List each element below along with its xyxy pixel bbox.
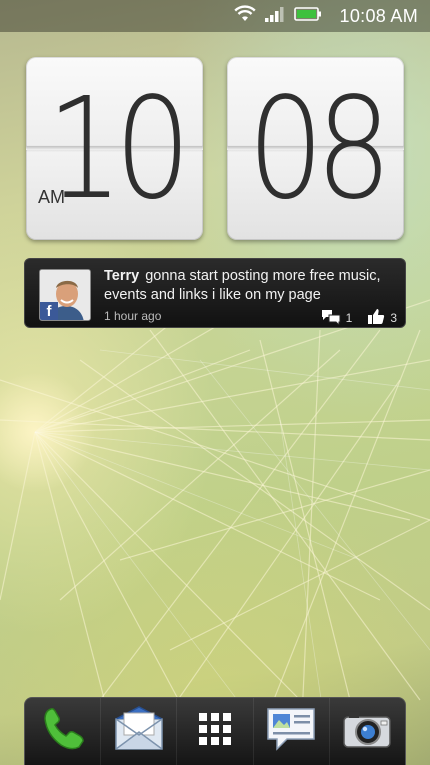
feed-post: Terry gonna start posting more free music… [104,267,396,305]
feed-time: 1 hour ago [104,309,162,323]
mail-button[interactable] [101,698,178,765]
clock-minutes: 08 [247,68,392,231]
comment-count: 1 [345,311,353,325]
avatar[interactable]: f [39,269,91,321]
status-bar: 10:08 AM [0,0,430,32]
feed-stats: 1 3 [321,308,397,328]
status-time: 10:08 AM [339,5,418,26]
signal-icon [264,5,286,28]
all-apps-icon [198,712,232,751]
clock-ampm: AM [38,187,65,207]
phone-button[interactable] [25,698,102,765]
battery-icon [293,6,322,27]
camera-icon [341,707,393,756]
app-dock [24,697,406,765]
clock-minutes-card[interactable]: 08 [227,57,404,240]
all-apps-button[interactable] [177,698,254,765]
clock-hours-card[interactable]: 10 AM [26,57,203,240]
facebook-icon: f [40,302,58,320]
comments-icon [321,309,341,328]
mail-icon [113,705,165,758]
messages-icon [265,705,317,758]
feed-message: gonna start posting more free music, eve… [104,268,381,303]
feed-author: Terry [104,268,140,284]
camera-button[interactable] [330,698,405,765]
like-icon [367,308,385,328]
social-feed-widget[interactable]: f Terry gonna start posting more free mus… [24,258,406,328]
phone-icon [39,705,87,758]
wifi-icon [233,4,256,28]
messages-button[interactable] [254,698,330,765]
like-count: 3 [390,311,397,325]
